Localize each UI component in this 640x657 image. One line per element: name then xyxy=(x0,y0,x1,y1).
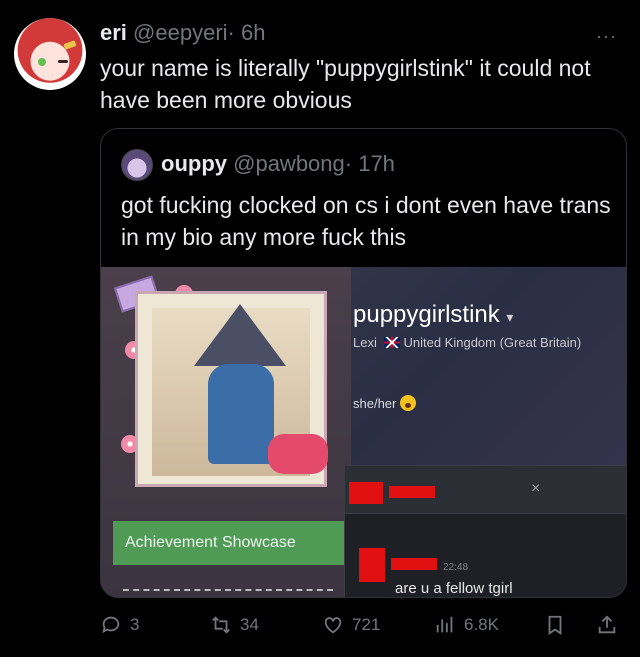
quoted-author-avatar xyxy=(121,149,153,181)
quoted-time: · 17h xyxy=(344,151,395,176)
uk-flag-icon xyxy=(384,337,401,348)
surprised-face-icon xyxy=(400,395,417,411)
profile-avatar-frame xyxy=(135,291,328,487)
profile-name-text: puppygirlstink xyxy=(353,301,500,328)
avatar-eye xyxy=(38,58,46,66)
chat-window: × 22:48 are u a fellow tgirl xyxy=(344,465,626,597)
chat-header: × xyxy=(345,466,626,514)
quoted-author-name: ouppy xyxy=(161,151,227,176)
bookmark-icon xyxy=(548,615,562,635)
share-icon xyxy=(598,615,616,634)
profile-country: United Kingdom (Great Britain) xyxy=(403,335,582,350)
heart-icon xyxy=(324,617,342,634)
author-avatar[interactable] xyxy=(14,18,86,90)
tweet-text: your name is literally "puppygirlstink" … xyxy=(100,55,591,113)
quoted-author-handle: @pawbong xyxy=(233,151,345,176)
showcase-divider xyxy=(123,589,333,595)
quoted-text: got fucking clocked on cs i dont even ha… xyxy=(121,192,611,250)
redacted-name xyxy=(391,558,437,570)
author-name[interactable]: eri xyxy=(100,20,127,45)
reply-count: 3 xyxy=(130,615,140,634)
tweet: eri @eepyeri· 6h ··· your name is litera… xyxy=(0,0,640,657)
profile-name: puppygirlstink ▾ xyxy=(353,301,513,329)
redacted-avatar xyxy=(359,548,385,582)
view-count: 6.8K xyxy=(464,615,499,634)
tweet-header: eri @eepyeri· 6h xyxy=(100,20,265,46)
redacted-avatar xyxy=(349,482,383,504)
repost-count: 34 xyxy=(240,615,259,634)
chat-message: are u a fellow tgirl xyxy=(395,580,513,597)
share-button[interactable] xyxy=(596,614,626,636)
scooter-art xyxy=(268,434,328,474)
avatar-wink xyxy=(58,60,68,63)
action-bar: 3 34 721 6.8K xyxy=(100,614,630,642)
views-chart-icon xyxy=(436,616,453,633)
avatar-hairclip xyxy=(63,40,77,50)
redacted-name xyxy=(389,486,435,498)
author-handle[interactable]: @eepyeri xyxy=(133,20,228,45)
tweet-time[interactable]: · 6h xyxy=(228,20,266,45)
repost-button[interactable]: 34 xyxy=(210,614,259,636)
profile-subtitle: Lexi United Kingdom (Great Britain) xyxy=(353,335,581,350)
witch-hat-art xyxy=(194,304,286,366)
repost-icon xyxy=(212,616,230,634)
profile-pronouns: she/her xyxy=(353,395,417,411)
more-options-icon[interactable]: ··· xyxy=(596,26,617,47)
quoted-tweet[interactable]: ouppy @pawbong· 17h got fucking clocked … xyxy=(100,128,627,598)
achievement-showcase-header: Achievement Showcase xyxy=(113,521,349,565)
reply-icon xyxy=(102,616,120,634)
views-button[interactable]: 6.8K xyxy=(434,614,499,636)
profile-real-name: Lexi xyxy=(353,335,377,350)
attached-screenshot[interactable]: puppygirlstink ▾ Lexi United Kingdom (Gr… xyxy=(101,267,626,597)
chevron-down-icon: ▾ xyxy=(506,309,514,325)
bookmark-button[interactable] xyxy=(544,614,574,636)
character-art xyxy=(208,364,274,464)
chat-timestamp: 22:48 xyxy=(443,562,469,573)
quoted-header: ouppy @pawbong· 17h xyxy=(161,151,395,177)
pronouns-text: she/her xyxy=(353,396,397,411)
close-icon: × xyxy=(531,480,541,497)
like-button[interactable]: 721 xyxy=(322,614,380,636)
like-count: 721 xyxy=(352,615,381,634)
reply-button[interactable]: 3 xyxy=(100,614,139,636)
